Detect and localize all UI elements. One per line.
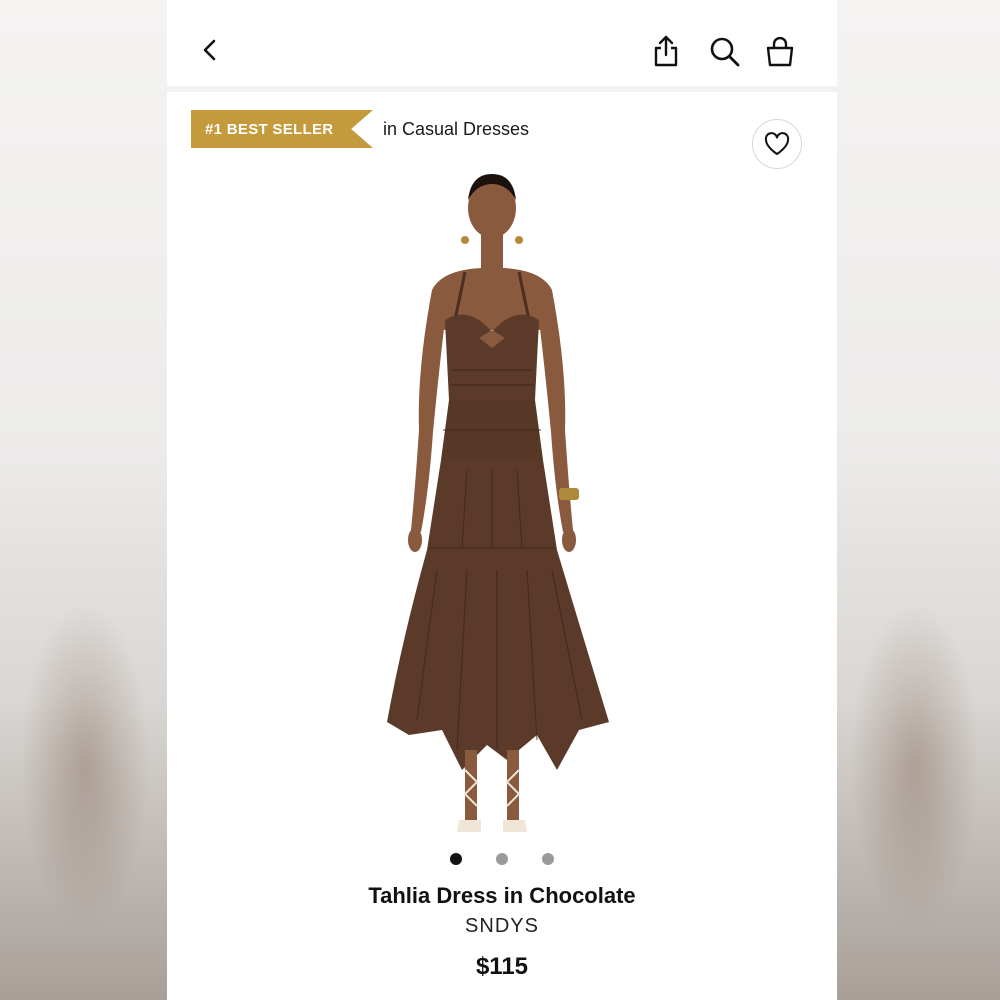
chevron-left-icon <box>203 39 216 61</box>
search-icon <box>710 37 740 67</box>
blurred-backdrop-right <box>830 0 1000 1000</box>
carousel-dot-2[interactable] <box>496 853 508 865</box>
back-button[interactable] <box>195 32 225 68</box>
product-image[interactable] <box>347 170 647 840</box>
heart-icon <box>764 132 790 155</box>
product-page: #1 BEST SELLER in Casual Dresses Tahlia … <box>167 0 837 1000</box>
wishlist-button[interactable] <box>752 119 802 169</box>
carousel-dot-1[interactable] <box>450 853 462 865</box>
share-button[interactable] <box>649 32 683 70</box>
blurred-backdrop-left <box>0 0 170 1000</box>
carousel-dot-3[interactable] <box>542 853 554 865</box>
top-navigation-bar <box>167 0 837 92</box>
product-price: $115 <box>475 953 529 980</box>
best-seller-category[interactable]: in Casual Dresses <box>383 119 529 140</box>
search-button[interactable] <box>707 34 743 70</box>
best-seller-label: #1 BEST SELLER <box>205 120 334 138</box>
image-carousel-indicators <box>167 853 837 865</box>
product-title: Tahlia Dress in Chocolate <box>368 883 636 908</box>
best-seller-row: #1 BEST SELLER in Casual Dresses <box>191 110 529 148</box>
shopping-bag-button[interactable] <box>763 34 797 70</box>
best-seller-badge: #1 BEST SELLER <box>191 110 373 148</box>
shopping-bag-icon <box>766 37 794 67</box>
share-icon <box>654 35 678 67</box>
product-brand[interactable]: SNDYS <box>167 915 837 938</box>
